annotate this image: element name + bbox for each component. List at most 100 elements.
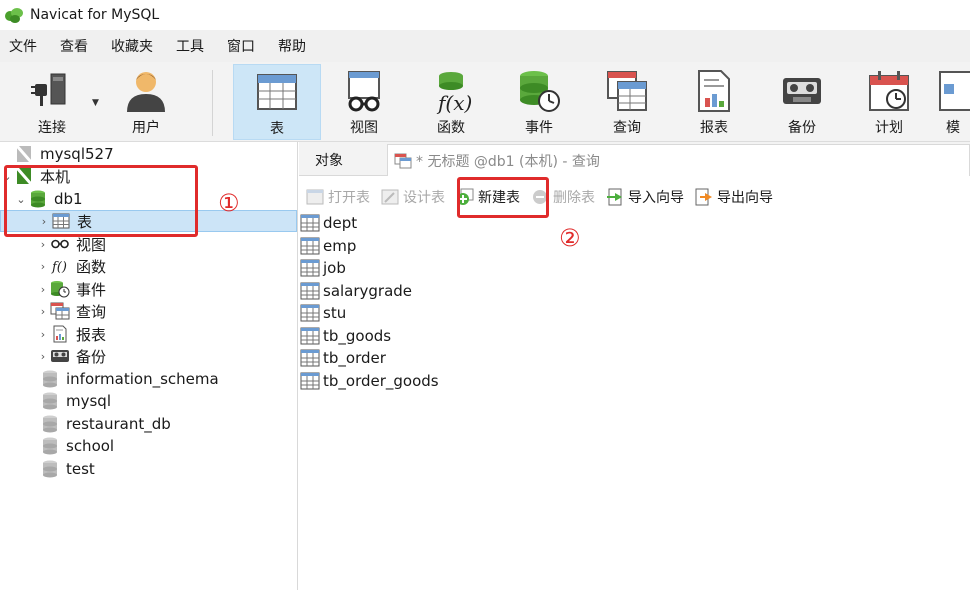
table-item-label: emp [323, 236, 357, 255]
table-item-label: tb_goods [323, 326, 392, 345]
toolbar-report-label: 报表 [700, 120, 728, 136]
open-table-icon [305, 187, 325, 207]
table-item-job[interactable]: job [299, 257, 970, 280]
toolbar-model-button[interactable]: 模 [932, 64, 970, 140]
export-wizard-label: 导出向导 [717, 190, 773, 206]
query-icon [394, 153, 412, 168]
menu-bar: 文件 查看 收藏夹 工具 窗口 帮助 [0, 30, 970, 62]
toolbar-backup-button[interactable]: 备份 [758, 64, 846, 140]
toolbar-schedule-button[interactable]: 计划 [845, 64, 933, 140]
import-icon [605, 187, 625, 207]
svg-text:f(): f() [51, 260, 67, 275]
toolbar-table-button[interactable]: 表 [233, 64, 321, 140]
table-item-tb-goods[interactable]: tb_goods [299, 325, 970, 348]
event-clock-icon [520, 71, 560, 112]
expand-arrow-icon[interactable]: › [36, 305, 50, 318]
table-icon [257, 74, 297, 110]
annotation-box-new-table [457, 177, 549, 218]
database-closed-icon [40, 370, 60, 388]
table-item-label: dept [323, 214, 358, 233]
plug-connect-icon [31, 73, 66, 106]
menu-window[interactable]: 窗口 [218, 36, 269, 56]
connect-dropdown-caret-icon[interactable]: ▼ [92, 98, 99, 108]
object-toolbar: 打开表 设计表 新建表 删除表 导入向导 导出向导 [299, 180, 970, 214]
tree-database-restaurant-db[interactable]: restaurant_db [40, 413, 171, 435]
tree-connection-mysql527[interactable]: mysql527 [0, 143, 114, 165]
table-icon [300, 282, 320, 300]
open-table-button[interactable]: 打开表 [305, 187, 370, 207]
tree-node-label: 查询 [76, 302, 107, 321]
tree-node-functions[interactable]: › f() 函数 [36, 255, 106, 277]
export-icon [694, 187, 714, 207]
tree-node-queries[interactable]: › 查询 [36, 300, 106, 322]
design-table-button[interactable]: 设计表 [380, 187, 445, 207]
toolbar-event-label: 事件 [525, 120, 553, 136]
table-item-label: tb_order_goods [323, 371, 439, 390]
toolbar-view-button[interactable]: 视图 [320, 64, 408, 140]
toolbar-backup-label: 备份 [788, 120, 816, 136]
database-closed-icon [40, 460, 60, 478]
expand-arrow-icon[interactable]: › [36, 260, 50, 273]
table-item-emp[interactable]: emp [299, 235, 970, 258]
menu-tools[interactable]: 工具 [167, 36, 218, 56]
expand-arrow-icon[interactable]: › [36, 350, 50, 363]
expand-arrow-icon[interactable]: › [36, 283, 50, 296]
toolbar-report-button[interactable]: 报表 [670, 64, 758, 140]
tree-database-school[interactable]: school [40, 435, 114, 457]
toolbar-query-button[interactable]: 查询 [583, 64, 671, 140]
menu-favorites[interactable]: 收藏夹 [102, 36, 167, 56]
toolbar-connect-label: 连接 [38, 120, 66, 136]
user-icon [127, 72, 165, 112]
table-item-stu[interactable]: stu [299, 302, 970, 325]
toolbar-schedule-label: 计划 [875, 120, 903, 136]
delete-table-label: 删除表 [553, 190, 595, 206]
report-icon [698, 70, 730, 112]
table-item-salarygrade[interactable]: salarygrade [299, 280, 970, 303]
navicat-logo-icon [5, 8, 23, 23]
expand-arrow-icon[interactable]: › [36, 238, 50, 251]
import-wizard-button[interactable]: 导入向导 [605, 187, 684, 207]
tree-database-label: school [66, 437, 115, 455]
menu-view[interactable]: 查看 [51, 36, 102, 56]
tab-objects[interactable]: 对象 [315, 150, 343, 170]
toolbar-view-label: 视图 [350, 120, 378, 136]
tree-node-label: 函数 [76, 257, 107, 276]
annotation-step-2: ② [559, 224, 581, 252]
toolbar-user-button[interactable]: 用户 [102, 64, 190, 140]
export-wizard-button[interactable]: 导出向导 [694, 187, 773, 207]
table-item-tb-order[interactable]: tb_order [299, 347, 970, 370]
toolbar-function-button[interactable]: f(x) 函数 [407, 64, 495, 140]
table-icon [300, 214, 320, 232]
function-icon: f(x) [436, 72, 472, 114]
table-icon [300, 372, 320, 390]
toolbar-table-label: 表 [270, 121, 284, 137]
tree-database-test[interactable]: test [40, 458, 95, 480]
table-item-tb-order-goods[interactable]: tb_order_goods [299, 370, 970, 393]
tree-database-mysql[interactable]: mysql [40, 390, 111, 412]
toolbar-connect-button[interactable]: 连接 [8, 64, 96, 140]
title-bar: Navicat for MySQL [0, 0, 970, 30]
expand-arrow-icon[interactable]: › [36, 328, 50, 341]
tree-node-reports[interactable]: › 报表 [36, 323, 106, 345]
tree-database-information-schema[interactable]: information_schema [40, 368, 219, 390]
table-item-dept[interactable]: dept [299, 212, 970, 235]
menu-help[interactable]: 帮助 [269, 36, 320, 56]
tab-strip: 对象 * 无标题 @db1 (本机) - 查询 [299, 142, 970, 176]
design-table-icon [380, 187, 400, 207]
view-glasses-icon [50, 235, 70, 253]
menu-file[interactable]: 文件 [0, 36, 51, 56]
query-icon [607, 71, 647, 111]
tree-node-events[interactable]: › 事件 [36, 278, 106, 300]
tab-query-label: * 无标题 @db1 (本机) - 查询 [416, 153, 600, 170]
toolbar-event-button[interactable]: 事件 [495, 64, 583, 140]
tree-database-label: restaurant_db [66, 415, 171, 433]
table-list: dept emp job salarygrade stu tb_goods tb… [299, 212, 970, 392]
database-closed-icon [40, 437, 60, 455]
tab-query[interactable]: * 无标题 @db1 (本机) - 查询 [387, 144, 970, 176]
tree-node-backups[interactable]: › 备份 [36, 345, 106, 367]
table-item-label: stu [323, 304, 347, 323]
table-item-label: job [323, 259, 346, 278]
tree-database-label: mysql [66, 392, 111, 410]
svg-text:f(x): f(x) [436, 91, 472, 114]
window-title: Navicat for MySQL [30, 7, 160, 23]
